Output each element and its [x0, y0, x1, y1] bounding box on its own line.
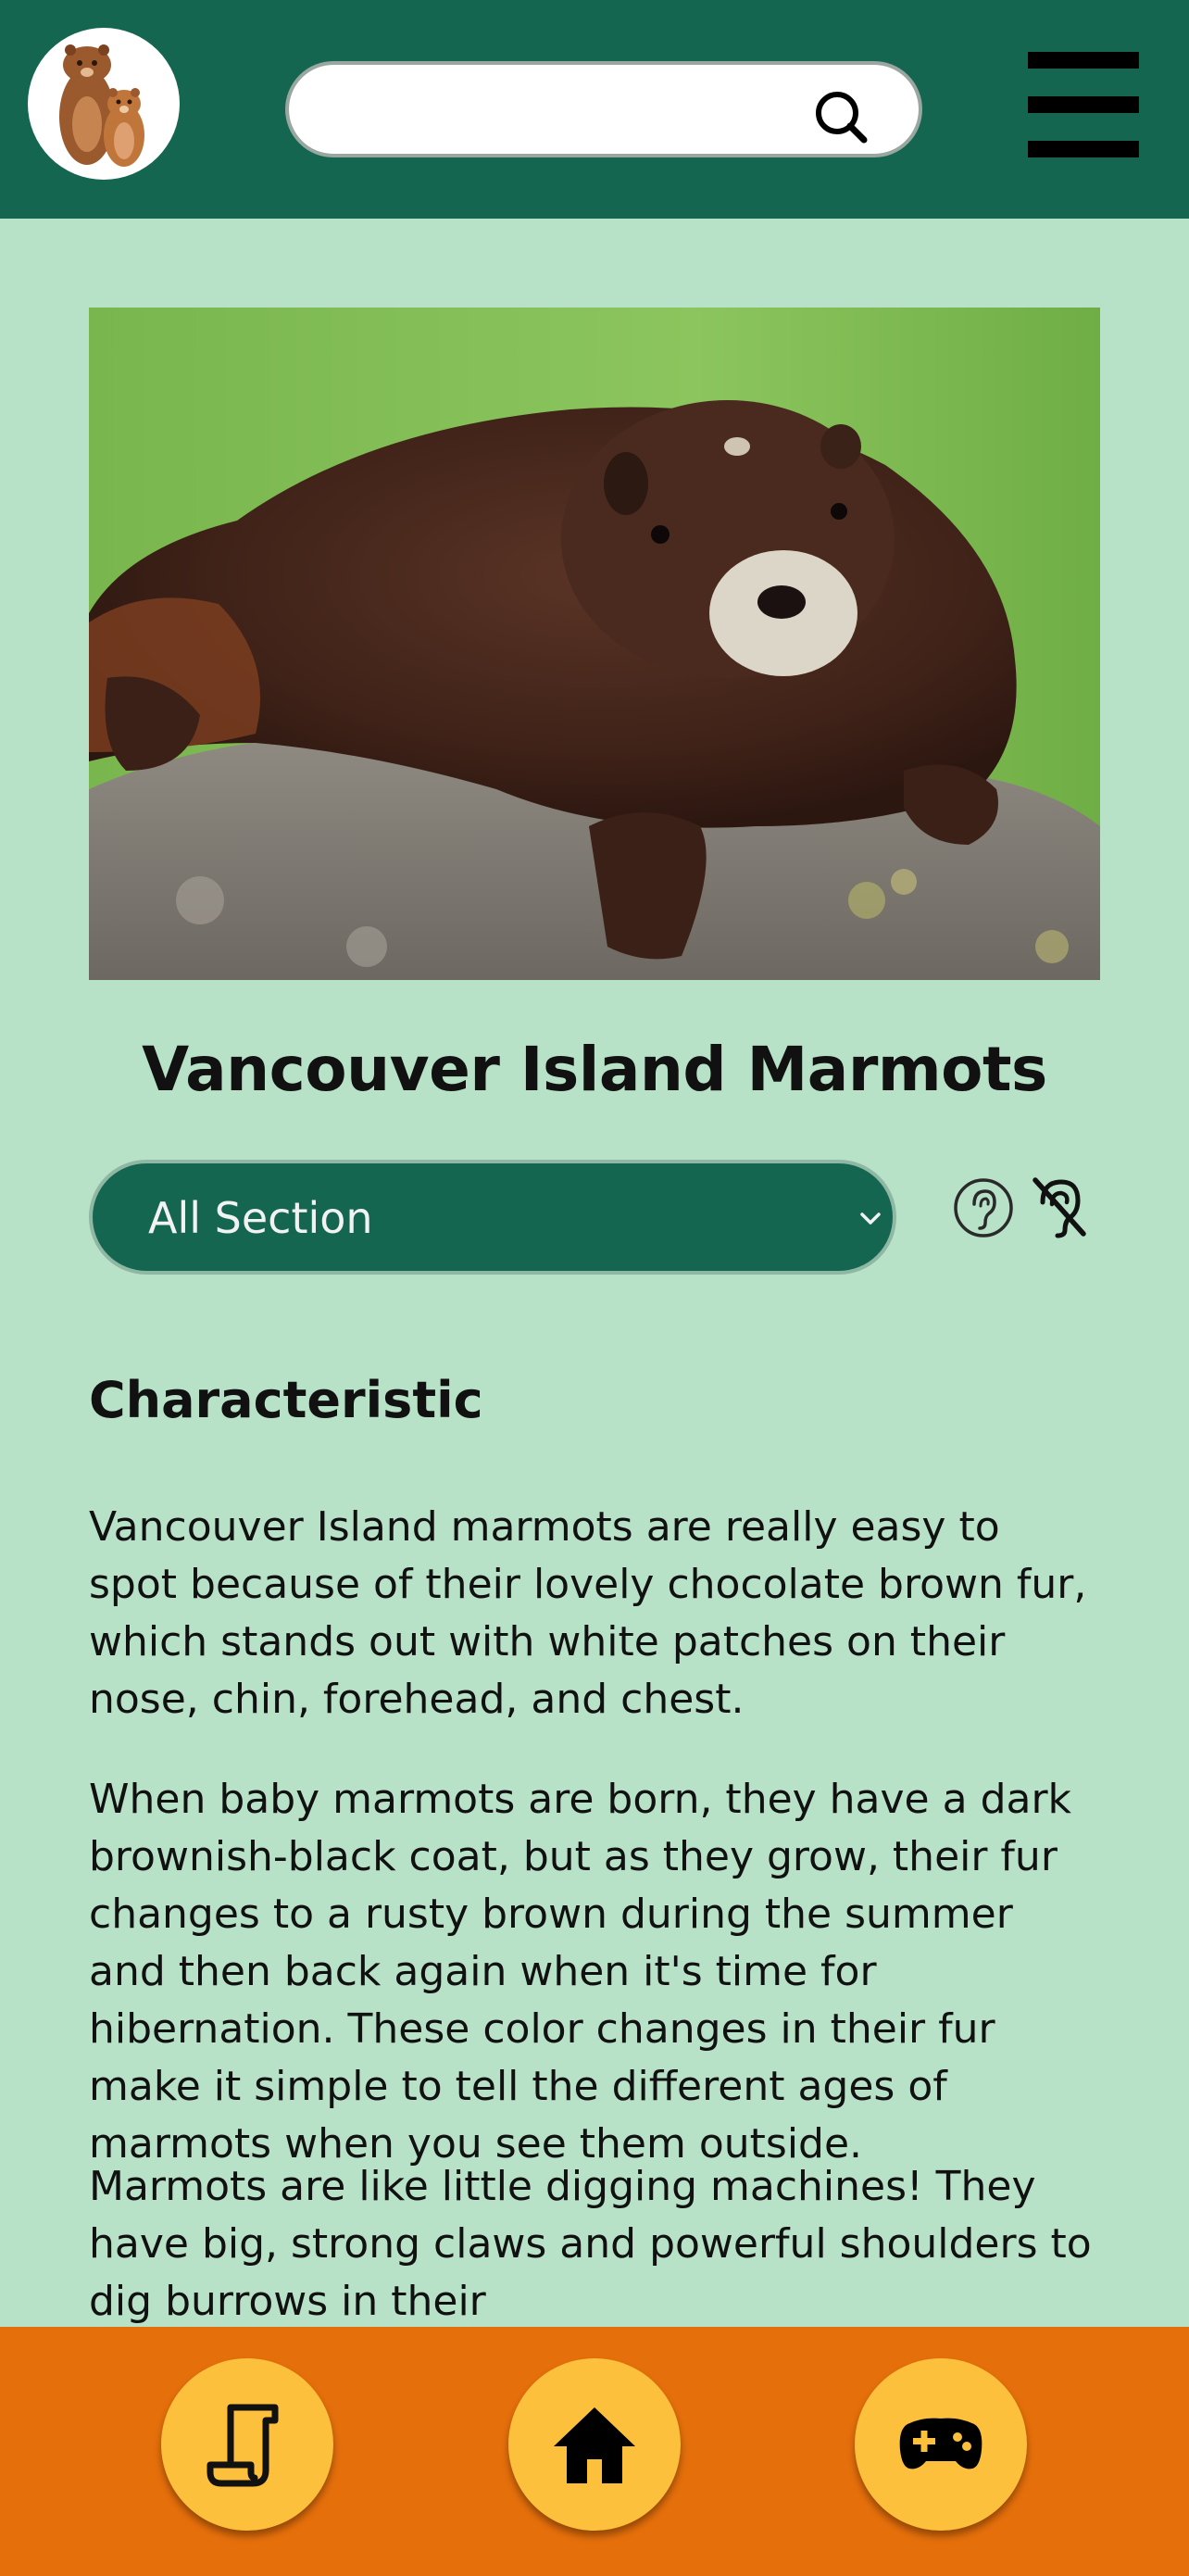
bottom-navigation — [0, 2327, 1189, 2576]
hearing-off-icon[interactable] — [1030, 1173, 1089, 1239]
hamburger-menu-icon[interactable] — [1028, 52, 1139, 157]
article-paragraph: Vancouver Island marmots are really easy… — [89, 1503, 1087, 1723]
gamepad-icon — [899, 2418, 982, 2469]
ear-listen-icon[interactable] — [952, 1176, 1015, 1239]
section-dropdown-value: All Section — [148, 1193, 373, 1243]
scroll-reading-icon — [207, 2404, 279, 2487]
marmot-on-rock-photo — [89, 308, 1100, 980]
search-bar — [285, 61, 922, 157]
search-icon[interactable] — [813, 89, 869, 145]
article-paragraph: When baby marmots are born, they have a … — [89, 1776, 1072, 2168]
search-input[interactable] — [322, 85, 807, 135]
page-content: Vancouver Island Marmots All Section Cha… — [0, 219, 1189, 2327]
reading-nav-button[interactable] — [161, 2358, 333, 2531]
section-heading: Characteristic — [89, 1371, 483, 1429]
games-nav-button[interactable] — [855, 2358, 1027, 2531]
app-header — [0, 0, 1189, 219]
marmot-family-logo-icon[interactable] — [28, 28, 180, 180]
chevron-down-icon — [860, 1213, 881, 1225]
section-dropdown[interactable]: All Section — [89, 1160, 896, 1275]
home-icon — [554, 2407, 635, 2483]
page-title: Vancouver Island Marmots — [142, 1034, 1047, 1105]
article-paragraph: Marmots are like little digging machines… — [89, 2163, 1092, 2325]
home-nav-button[interactable] — [508, 2358, 681, 2531]
